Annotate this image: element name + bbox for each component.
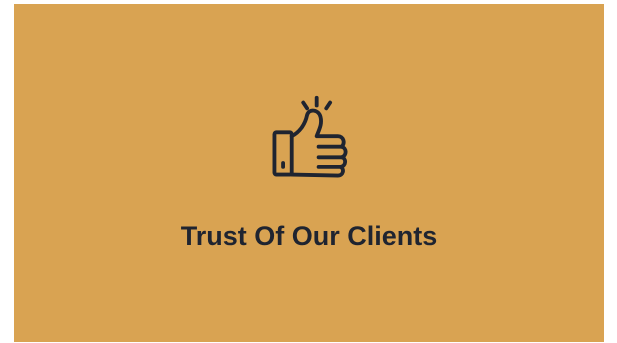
card-title: Trust Of Our Clients	[180, 221, 438, 251]
page: Trust Of Our Clients	[0, 0, 617, 343]
thumbs-up-icon	[261, 92, 357, 188]
feature-card: Trust Of Our Clients	[14, 4, 604, 342]
